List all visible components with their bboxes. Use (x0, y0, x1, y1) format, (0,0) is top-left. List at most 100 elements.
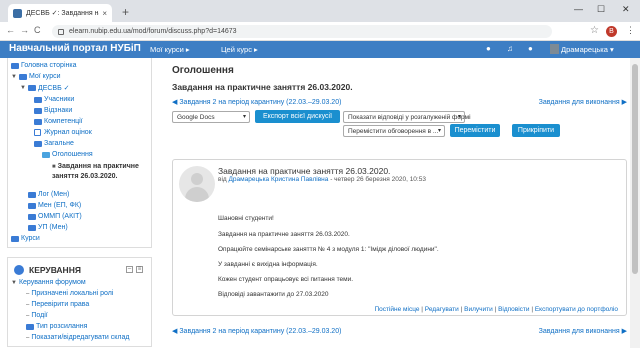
nav-competencies-label[interactable]: Компетенції (44, 118, 83, 125)
next-discussion-link[interactable]: Завдання для виконання ▶ (539, 98, 627, 106)
nav-men-label[interactable]: Мен (ЕП, ФК) (38, 202, 81, 209)
nav-gradebook-label[interactable]: Журнал оцінок (44, 129, 92, 136)
nav-ommp[interactable]: ОММП (АКІТ) (28, 213, 82, 220)
move-button[interactable]: Перемістити (450, 124, 500, 137)
nav-log-label[interactable]: Лог (Мен) (38, 191, 69, 198)
forward-icon[interactable]: → (20, 25, 29, 35)
browser-tab[interactable]: ДЕСВБ ✓: Завдання на практич × (8, 4, 112, 22)
bullet-icon: – (26, 312, 30, 319)
export-discussion-button[interactable]: Експорт всієї дискусії (255, 110, 340, 123)
permalink-link[interactable]: Постійне місце (374, 306, 419, 313)
admin-subscription[interactable]: Тип розсилання (26, 323, 87, 330)
display-mode-select[interactable]: Показати відповіді у розгалуженій формі … (343, 111, 471, 123)
nav-competencies[interactable]: Компетенції (34, 118, 83, 125)
admin-events[interactable]: – Події (26, 312, 48, 319)
nav-gradebook[interactable]: Журнал оцінок (34, 129, 92, 136)
browser-menu-icon[interactable]: ⋮ (626, 25, 635, 36)
info-icon[interactable]: ● (486, 44, 491, 53)
reply-link[interactable]: Відповісти (498, 306, 529, 313)
export-format-select[interactable]: Google Docs ▾ (172, 111, 250, 123)
nav-home[interactable]: Головна сторінка (11, 62, 76, 69)
bottom-prev-discussion-link[interactable]: ◀ Завдання 2 на період карантину (22.03.… (172, 327, 341, 335)
bullet-icon: ■ (52, 164, 56, 170)
nav-general[interactable]: Загальне (34, 140, 74, 147)
minimize-icon[interactable]: — (574, 4, 583, 14)
admin-events-label[interactable]: Події (31, 312, 47, 319)
nav-course-desvb[interactable]: ▼ ДЕСВБ ✓ (20, 84, 70, 92)
nav-men[interactable]: Мен (ЕП, ФК) (28, 202, 81, 209)
expand-icon[interactable]: ▼ (20, 85, 26, 91)
nav-general-label[interactable]: Загальне (44, 140, 74, 147)
nav-up-label[interactable]: УП (Мен) (38, 224, 68, 231)
reload-icon[interactable]: C (34, 25, 41, 35)
maximize-icon[interactable]: ☐ (597, 4, 605, 15)
url-field[interactable]: elearn.nubip.edu.ua/mod/forum/discuss.ph… (52, 25, 552, 38)
profile-avatar[interactable]: В (606, 26, 617, 37)
nav-my-courses-label[interactable]: Мої курси (29, 73, 61, 80)
user-avatar[interactable] (550, 44, 559, 54)
post-text-line: Опрацюйте семінарське заняття № 4 з моду… (218, 246, 439, 253)
back-icon[interactable]: ← (6, 25, 15, 35)
close-tab-icon[interactable]: × (102, 9, 107, 18)
expand-icon[interactable]: ▼ (11, 74, 17, 80)
bell-icon[interactable]: ♫ (507, 44, 513, 53)
admin-local-roles-label[interactable]: Призначені локальні ролі (31, 290, 113, 297)
admin-check-perms[interactable]: – Перевірити права (26, 301, 89, 308)
new-tab-button[interactable]: + (122, 5, 129, 19)
nav-course-label[interactable]: ДЕСВБ ✓ (38, 84, 70, 92)
folder-icon (28, 202, 36, 209)
nav-announcements[interactable]: Оголошення (42, 151, 93, 158)
page-scrollbar[interactable] (630, 58, 640, 348)
nav-participants[interactable]: Учасники (34, 96, 74, 103)
close-window-icon[interactable]: ✕ (622, 4, 630, 15)
nav-announcements-label[interactable]: Оголошення (52, 151, 93, 158)
nav-courses-label[interactable]: Курси (21, 235, 40, 242)
delete-link[interactable]: Вилучити (464, 306, 493, 313)
nav-up[interactable]: УП (Мен) (28, 224, 68, 231)
expand-icon[interactable]: ▼ (11, 280, 17, 286)
lock-icon (58, 28, 64, 35)
prev-discussion-link[interactable]: ◀ Завдання 2 на період карантину (22.03.… (172, 98, 341, 106)
url-text: elearn.nubip.edu.ua/mod/forum/discuss.ph… (69, 28, 237, 35)
post-author-link[interactable]: Драмарецька Кристина Павлівна (229, 176, 329, 183)
edit-link[interactable]: Редагувати (425, 306, 459, 313)
post-text-line: Шановні студенти! (218, 215, 274, 222)
collapse-block-icon[interactable]: – (126, 266, 133, 273)
move-discussion-value: Перемістити обговорення в ... (348, 128, 439, 135)
table-icon (34, 129, 41, 136)
browser-tab-bar: ДЕСВБ ✓: Завдання на практич × + — ☐ ✕ (0, 0, 640, 22)
nav-badges-label[interactable]: Відзнаки (44, 107, 72, 114)
admin-subscribers-label[interactable]: Показати/відредагувати склад (31, 334, 129, 341)
nav-my-courses[interactable]: ▼ Мої курси (11, 73, 61, 80)
avatar-head (191, 173, 203, 185)
bookmark-star-icon[interactable]: ☆ (590, 25, 599, 36)
forum-post: Завдання на практичне заняття 26.03.2020… (172, 159, 627, 316)
nav-home-label[interactable]: Головна сторінка (21, 62, 76, 69)
nav-ommp-label[interactable]: ОММП (АКІТ) (38, 213, 82, 220)
nav-badges[interactable]: Відзнаки (34, 107, 72, 114)
admin-local-roles[interactable]: – Призначені локальні ролі (26, 290, 113, 297)
site-brand[interactable]: Навчальний портал НУБіП (9, 43, 141, 54)
nav-log[interactable]: Лог (Мен) (28, 191, 69, 198)
bottom-next-discussion-link[interactable]: Завдання для виконання ▶ (539, 327, 627, 335)
chat-icon[interactable]: ● (528, 44, 533, 53)
admin-check-perms-label[interactable]: Перевірити права (31, 301, 89, 308)
folder-icon (34, 96, 42, 103)
folder-icon (34, 107, 42, 114)
user-menu[interactable]: Драмарецька ▾ (561, 45, 614, 54)
my-courses-menu[interactable]: Мої курси ▸ (150, 45, 190, 54)
admin-subscription-label[interactable]: Тип розсилання (36, 323, 87, 330)
nav-participants-label[interactable]: Учасники (44, 96, 74, 103)
scrollbar-thumb[interactable] (632, 64, 638, 274)
admin-subscribers[interactable]: – Показати/відредагувати склад (26, 334, 129, 341)
export-portfolio-link[interactable]: Експортувати до портфоліо (535, 306, 618, 313)
author-avatar[interactable] (179, 166, 215, 202)
admin-forum-label[interactable]: Керування форумом (19, 279, 86, 286)
this-course-menu[interactable]: Цей курс ▸ (221, 45, 258, 54)
nav-current-discussion[interactable]: ■ Завдання на практичне заняття 26.03.202… (52, 162, 148, 181)
nav-courses[interactable]: Курси (11, 235, 40, 242)
admin-forum-admin[interactable]: ▼ Керування форумом (11, 279, 86, 286)
move-discussion-select[interactable]: Перемістити обговорення в ... ▾ (343, 125, 445, 137)
block-menu-icon[interactable]: ≡ (136, 266, 143, 273)
pin-button[interactable]: Прикріпити (512, 124, 560, 137)
